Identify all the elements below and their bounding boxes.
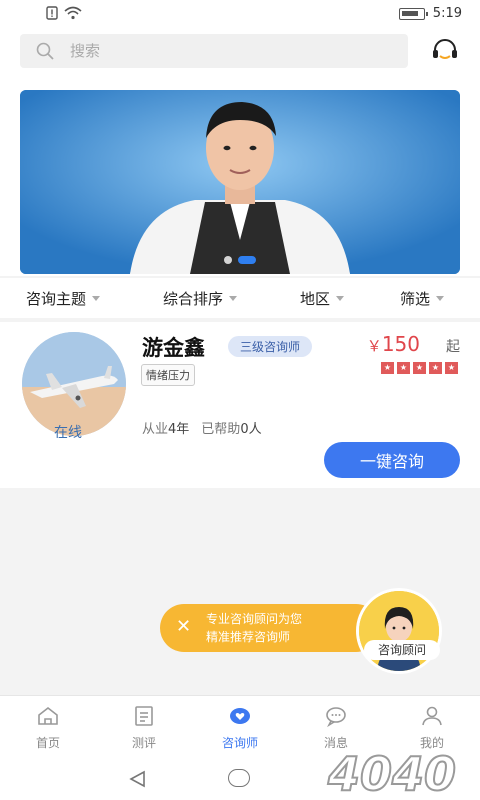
star-icon: ★ — [429, 362, 442, 374]
status-bar: 5:19 — [0, 0, 480, 28]
banner-pagination — [20, 256, 460, 264]
banner-portrait-image — [20, 90, 460, 274]
price-value: 150 — [381, 332, 420, 356]
helped-label: 已帮助 — [201, 422, 241, 437]
banner-dot[interactable] — [224, 256, 232, 264]
star-icon: ★ — [413, 362, 426, 374]
promo-line-1: 专业咨询顾问为您 — [206, 612, 303, 626]
airplane-image — [22, 332, 126, 436]
filter-region-label: 地区 — [300, 290, 331, 308]
banner-carousel[interactable] — [20, 90, 460, 274]
counselor-stats: 从业4年 已帮助0人 — [142, 418, 262, 437]
promo-line-2: 精准推荐咨询师 — [206, 630, 291, 644]
tab-assessment-label: 测评 — [131, 736, 156, 750]
tab-home[interactable]: 首页 — [12, 704, 84, 751]
advisor-avatar[interactable] — [356, 588, 442, 674]
user-icon — [422, 706, 442, 726]
customer-service-icon[interactable] — [430, 36, 460, 66]
chevron-down-icon — [336, 296, 345, 301]
rating-stars: ★ ★ ★ ★ ★ — [381, 362, 458, 374]
filter-sort-label: 综合排序 — [163, 290, 224, 308]
filter-sort[interactable]: 综合排序 — [163, 288, 238, 309]
filter-topic-label: 咨询主题 — [26, 290, 87, 308]
chevron-down-icon — [229, 296, 238, 301]
search-icon — [36, 42, 54, 60]
counselor-avatar[interactable] — [22, 332, 126, 436]
experience-stat: 从业4年 — [142, 418, 189, 437]
filter-topic[interactable]: 咨询主题 — [26, 288, 101, 309]
filter-screen[interactable]: 筛选 — [400, 288, 445, 309]
banner-dot-active[interactable] — [238, 256, 256, 264]
experience-label: 从业 — [142, 422, 169, 437]
price-symbol: ￥ — [366, 337, 382, 355]
heart-chat-icon — [230, 708, 250, 724]
watermark-text: 4040 — [327, 747, 456, 800]
status-time: 5:19 — [432, 6, 462, 21]
battery-icon — [398, 7, 428, 20]
filter-region[interactable]: 地区 — [300, 288, 345, 309]
chevron-down-icon — [436, 296, 445, 301]
chevron-down-icon — [92, 296, 101, 301]
star-icon: ★ — [445, 362, 458, 374]
filter-bar: 咨询主题 综合排序 地区 筛选 — [0, 278, 480, 318]
tab-counselors[interactable]: 咨询师 — [204, 704, 276, 751]
site-watermark-logo: 4040 — [326, 746, 457, 800]
price: ￥150 — [367, 332, 420, 356]
search-box[interactable] — [20, 34, 408, 68]
close-icon[interactable]: ✕ — [176, 618, 191, 636]
helped-value: 0人 — [240, 422, 262, 437]
one-click-consult-button[interactable]: 一键咨询 — [324, 442, 460, 478]
advisor-label: 咨询顾问 — [364, 640, 440, 660]
tab-counselors-label: 咨询师 — [221, 736, 258, 750]
banner-section — [0, 90, 480, 276]
online-status: 在线 — [54, 425, 82, 441]
search-input[interactable] — [70, 34, 390, 68]
home-icon — [38, 706, 58, 725]
price-suffix: 起 — [446, 339, 460, 355]
wifi-icon — [64, 6, 82, 20]
advisor-promo-bubble[interactable]: ✕ 专业咨询顾问为您 精准推荐咨询师 — [160, 604, 380, 652]
back-triangle-icon[interactable] — [128, 769, 148, 789]
sim-alert-icon — [46, 6, 58, 20]
filter-screen-label: 筛选 — [400, 290, 431, 308]
status-icons-left — [46, 6, 82, 20]
message-icon — [326, 707, 346, 728]
assessment-icon — [135, 706, 153, 726]
experience-value: 4年 — [168, 422, 190, 437]
topic-tag: 情绪压力 — [141, 364, 195, 386]
search-header — [0, 28, 480, 90]
counselor-name: 游金鑫 — [142, 336, 205, 360]
tab-assessment[interactable]: 测评 — [108, 704, 180, 751]
star-icon: ★ — [397, 362, 410, 374]
home-circle-button[interactable] — [228, 769, 250, 787]
star-icon: ★ — [381, 362, 394, 374]
helped-stat: 已帮助0人 — [201, 418, 261, 437]
counselor-card[interactable]: 在线 游金鑫 三级咨询师 情绪压力 ￥150 起 ★ ★ ★ ★ ★ 从业4年 … — [0, 322, 480, 488]
promo-text: 专业咨询顾问为您 精准推荐咨询师 — [206, 610, 356, 646]
tab-home-label: 首页 — [35, 736, 60, 750]
status-icons-right: 5:19 — [398, 6, 462, 21]
level-badge: 三级咨询师 — [228, 336, 313, 357]
